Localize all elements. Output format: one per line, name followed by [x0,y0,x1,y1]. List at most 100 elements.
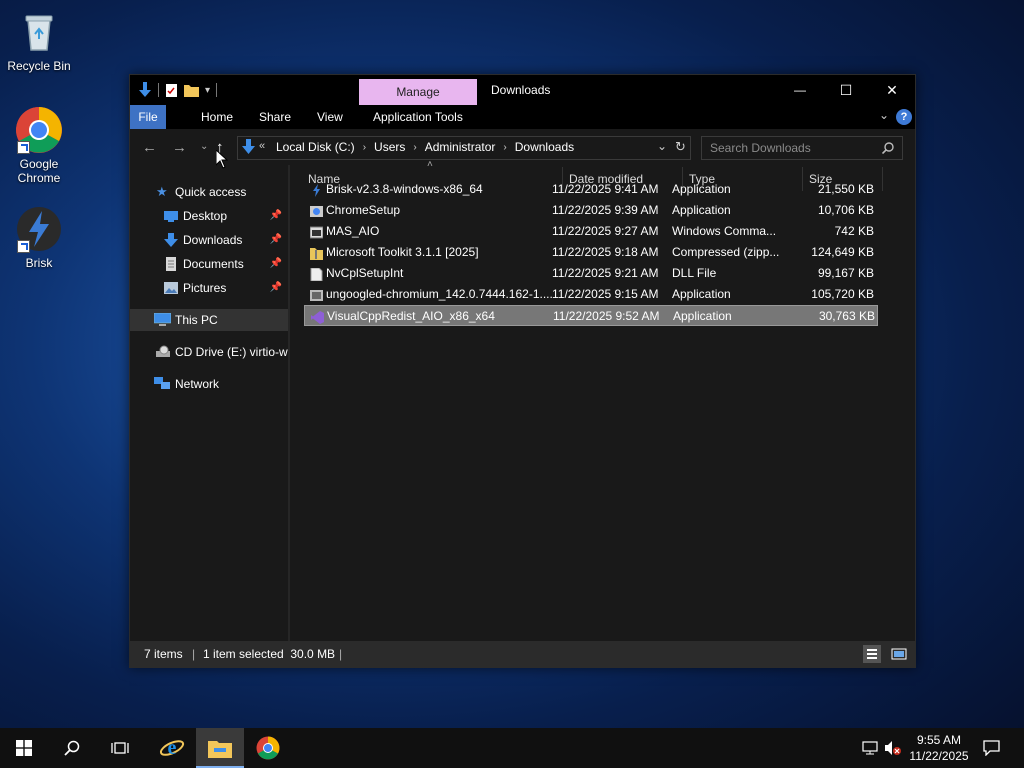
taskbar-internet-explorer[interactable]: e [148,728,196,768]
desktop-icon-google-chrome[interactable]: Google Chrome [1,106,77,185]
breadcrumb-downloads[interactable]: Downloads [515,140,574,154]
file-name: ChromeSetup [326,203,401,217]
pictures-folder-icon [164,282,178,294]
title-bar[interactable]: ▾ Manage Downloads — ☐ ✕ [130,75,915,105]
customize-toolbar-icon[interactable]: ▾ [205,85,210,96]
address-toolbar: ← → ⌄ ↑ « Local Disk (C:) › Users › Admi… [130,129,915,165]
breadcrumb: Local Disk (C:) › Users › Administrator … [276,140,574,154]
file-type: Windows Comma... [672,224,777,238]
breadcrumb-separator-icon[interactable]: › [503,142,506,153]
desktop-icon-recycle-bin[interactable]: Recycle Bin [1,8,77,73]
breadcrumb-local-disk[interactable]: Local Disk (C:) [276,140,355,154]
clock-date: 11/22/2025 [909,749,969,763]
nav-network[interactable]: Network [130,373,288,395]
file-row[interactable]: ChromeSetup 11/22/2025 9:39 AM Application… [304,200,878,221]
tab-file[interactable]: File [130,105,166,129]
search-icon[interactable] [882,142,894,154]
breadcrumb-separator-icon[interactable]: › [413,142,416,153]
forward-arrow-icon[interactable]: → [172,139,187,156]
file-type: Application [673,309,732,323]
expand-ribbon-chevron-icon[interactable]: ⌄ [879,108,889,122]
file-row[interactable]: VisualCppRedist_AIO_x86_x64 11/22/2025 9:… [304,305,878,326]
close-button[interactable]: ✕ [869,75,915,105]
pin-icon[interactable]: 📌 [270,277,282,299]
item-count: 7 items [144,647,183,661]
nav-quick-access[interactable]: ★ Quick access [130,181,288,203]
file-name: Microsoft Toolkit 3.1.1 [2025] [326,245,479,259]
file-date: 11/22/2025 9:15 AM [552,287,659,301]
breadcrumb-users[interactable]: Users [374,140,405,154]
nav-label: Downloads [183,233,243,247]
system-clock[interactable]: 9:55 AM 11/22/2025 [902,732,976,764]
search-button[interactable] [48,728,96,768]
pin-icon[interactable]: 📌 [270,205,282,227]
nav-desktop[interactable]: Desktop 📌 [130,205,288,227]
breadcrumb-separator-icon[interactable]: › [363,142,366,153]
file-size: 30,763 KB [818,309,875,323]
tab-home[interactable]: Home [191,105,243,129]
volume-muted-icon[interactable] [884,740,902,756]
help-icon[interactable]: ? [896,109,912,125]
ribbon-tabs: File Home Share View Application Tools ⌄… [130,105,915,129]
chrome-icon [15,106,63,154]
tab-share[interactable]: Share [249,105,301,129]
file-size: 105,720 KB [811,287,874,301]
brisk-icon [15,205,63,253]
brisk-app-icon [310,183,323,197]
file-row[interactable]: ungoogled-chromium_142.0.7444.162-1.... 1… [304,284,878,305]
recent-locations-chevron-icon[interactable]: ⌄ [200,141,208,152]
file-name: NvCplSetupInt [326,266,404,280]
setup-app-icon [310,204,323,217]
file-row[interactable]: MAS_AIO 11/22/2025 9:27 AM Windows Comma..… [304,221,878,242]
file-type: Application [672,203,731,217]
toolbar-separator [216,83,218,97]
task-view-button[interactable] [96,728,144,768]
taskbar-google-chrome[interactable] [244,728,292,768]
minimize-button[interactable]: — [777,75,823,105]
search-box[interactable]: Search Downloads [701,136,903,160]
file-row[interactable]: NvCplSetupInt 11/22/2025 9:21 AM DLL File 9… [304,263,878,284]
new-folder-icon[interactable] [184,83,199,97]
maximize-button[interactable]: ☐ [823,75,869,105]
taskbar-file-explorer[interactable] [196,728,244,768]
large-icons-view-icon[interactable] [890,645,908,663]
file-size: 10,706 KB [817,203,874,217]
details-view-icon[interactable] [863,645,881,663]
tab-application-tools[interactable]: Application Tools [363,105,473,129]
nav-documents[interactable]: Documents 📌 [130,253,288,275]
file-row[interactable]: Brisk-v2.3.8-windows-x86_64 11/22/2025 9:… [304,179,878,200]
search-icon [64,740,80,756]
tab-manage[interactable]: Manage [359,79,477,105]
downloads-folder-icon [242,139,255,154]
pin-icon[interactable]: 📌 [270,229,282,251]
file-name: Brisk-v2.3.8-windows-x86_64 [326,182,483,196]
properties-icon[interactable] [165,83,178,98]
nav-pictures[interactable]: Pictures 📌 [130,277,288,299]
file-list: ˄ Name Date modified Type Size Brisk-v2.… [290,159,915,641]
file-row[interactable]: Microsoft Toolkit 3.1.1 [2025] 11/22/2025… [304,242,878,263]
action-center-icon[interactable] [983,740,1000,756]
refresh-icon[interactable]: ↻ [675,139,686,155]
breadcrumb-administrator[interactable]: Administrator [425,140,496,154]
nav-label: CD Drive (E:) virtio-w [175,345,288,359]
file-size: 99,167 KB [817,266,874,280]
address-bar[interactable]: « Local Disk (C:) › Users › Administrato… [237,136,691,160]
nav-downloads[interactable]: Downloads 📌 [130,229,288,251]
nav-cd-drive[interactable]: CD Drive (E:) virtio-w [130,341,288,363]
nav-label: Quick access [175,185,247,199]
zip-folder-icon [310,246,323,260]
back-arrow-icon[interactable]: ← [142,139,157,156]
selection-info: 1 item selected 30.0 MB [203,647,336,661]
network-status-icon[interactable] [862,740,878,756]
nav-this-pc[interactable]: This PC [130,309,288,331]
overflow-chevron[interactable]: « [259,140,265,152]
desktop-icon-label: Brisk [25,256,53,270]
windows-logo-icon [16,740,32,756]
desktop-icon-brisk[interactable]: Brisk [1,205,77,270]
file-name: MAS_AIO [326,224,380,238]
internet-explorer-icon: e [159,737,185,759]
tab-view[interactable]: View [307,105,353,129]
pin-icon[interactable]: 📌 [270,253,282,275]
start-button[interactable] [0,728,48,768]
address-dropdown-chevron-icon[interactable]: ⌄ [657,139,667,153]
